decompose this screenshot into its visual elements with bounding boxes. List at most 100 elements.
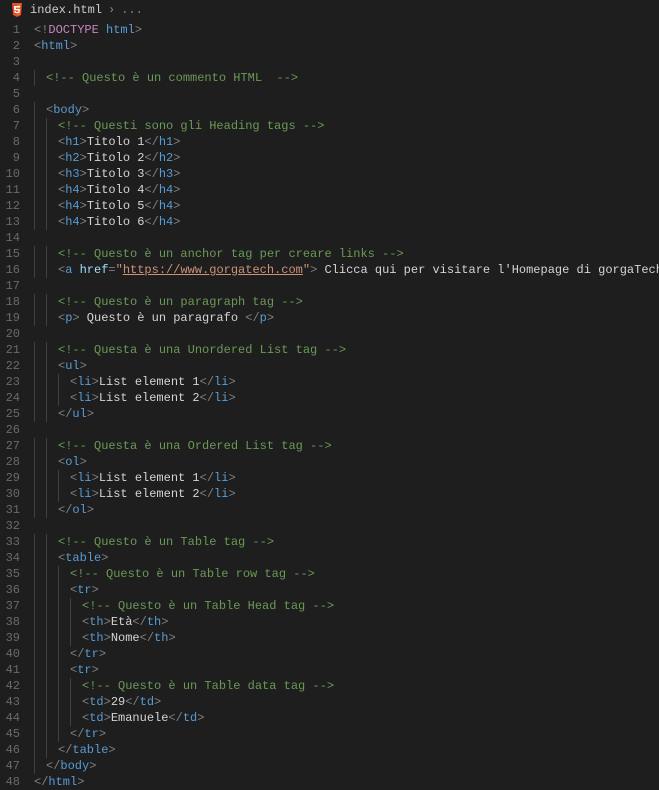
indent-guides <box>34 662 70 678</box>
code-editor[interactable]: 1<!DOCTYPE html>2<html>34<!-- Questo è u… <box>0 20 659 790</box>
code-line[interactable]: 10<h3>Titolo 3</h3> <box>0 166 659 182</box>
line-number: 14 <box>0 230 34 246</box>
line-number: 30 <box>0 486 34 502</box>
code-content: <h4>Titolo 5</h4> <box>58 198 180 214</box>
code-line[interactable]: 39<th>Nome</th> <box>0 630 659 646</box>
code-line[interactable]: 12<h4>Titolo 5</h4> <box>0 198 659 214</box>
code-line[interactable]: 30 <li>List element 2</li> <box>0 486 659 502</box>
code-line[interactable]: 2<html> <box>0 38 659 54</box>
line-number: 33 <box>0 534 34 550</box>
code-line[interactable]: 41<tr> <box>0 662 659 678</box>
code-content: <h3>Titolo 3</h3> <box>58 166 180 182</box>
code-line[interactable]: 45 </tr> <box>0 726 659 742</box>
indent-guides <box>34 70 46 86</box>
code-line[interactable]: 32 <box>0 518 659 534</box>
line-number: 13 <box>0 214 34 230</box>
code-line[interactable]: 1<!DOCTYPE html> <box>0 22 659 38</box>
code-content: <!-- Questo è un anchor tag per creare l… <box>58 246 404 262</box>
code-line[interactable]: 23<li>List element 1</li> <box>0 374 659 390</box>
code-line[interactable]: 44<td>Emanuele</td> <box>0 710 659 726</box>
indent-guides <box>34 486 70 502</box>
indent-guides <box>34 310 58 326</box>
code-line[interactable]: 47</body> <box>0 758 659 774</box>
code-line[interactable]: 42<!-- Questo è un Table data tag --> <box>0 678 659 694</box>
code-line[interactable]: 22<ul> <box>0 358 659 374</box>
code-content: </body> <box>46 758 96 774</box>
code-content: </ul> <box>58 406 94 422</box>
line-number: 17 <box>0 278 34 294</box>
line-number: 20 <box>0 326 34 342</box>
code-line[interactable]: 28<ol> <box>0 454 659 470</box>
breadcrumb-filename[interactable]: index.html <box>30 3 102 17</box>
code-line[interactable]: 9<h2>Titolo 2</h2> <box>0 150 659 166</box>
code-line[interactable]: 11<h4>Titolo 4</h4> <box>0 182 659 198</box>
line-number: 43 <box>0 694 34 710</box>
indent-guides <box>34 598 82 614</box>
code-line[interactable]: 21<!-- Questa è una Unordered List tag -… <box>0 342 659 358</box>
code-line[interactable]: 26 <box>0 422 659 438</box>
code-content: <!-- Questi sono gli Heading tags --> <box>58 118 324 134</box>
line-number: 24 <box>0 390 34 406</box>
code-line[interactable]: 6<body> <box>0 102 659 118</box>
indent-guides <box>34 566 70 582</box>
code-content: <li>List element 2</li> <box>70 486 236 502</box>
code-content: <ul> <box>58 358 87 374</box>
indent-guides <box>34 726 70 742</box>
code-line[interactable]: 4<!-- Questo è un commento HTML --> <box>0 70 659 86</box>
indent-guides <box>34 198 58 214</box>
code-line[interactable]: 38<th>Età</th> <box>0 614 659 630</box>
code-line[interactable]: 14 <box>0 230 659 246</box>
line-number: 31 <box>0 502 34 518</box>
code-content: </tr> <box>70 726 106 742</box>
code-line[interactable]: 8<h1>Titolo 1</h1> <box>0 134 659 150</box>
code-line[interactable]: 25</ul> <box>0 406 659 422</box>
indent-guides <box>34 742 58 758</box>
indent-guides <box>34 102 46 118</box>
code-line[interactable]: 29<li>List element 1</li> <box>0 470 659 486</box>
code-content: <li>List element 2</li> <box>70 390 236 406</box>
line-number: 38 <box>0 614 34 630</box>
code-line[interactable]: 24 <li>List element 2</li> <box>0 390 659 406</box>
code-line[interactable]: 20 <box>0 326 659 342</box>
code-line[interactable]: 37<!-- Questo è un Table Head tag --> <box>0 598 659 614</box>
code-line[interactable]: 35<!-- Questo è un Table row tag --> <box>0 566 659 582</box>
code-content: <!-- Questa è una Ordered List tag --> <box>58 438 332 454</box>
code-content: <a href="https://www.gorgatech.com"> Cli… <box>58 262 659 278</box>
code-line[interactable]: 18<!-- Questo è un paragraph tag --> <box>0 294 659 310</box>
code-line[interactable]: 36<tr> <box>0 582 659 598</box>
indent-guides <box>34 166 58 182</box>
code-line[interactable]: 40</tr> <box>0 646 659 662</box>
indent-guides <box>34 534 58 550</box>
code-content: <tr> <box>70 662 99 678</box>
code-line[interactable]: 46</table> <box>0 742 659 758</box>
code-line[interactable]: 33<!-- Questo è un Table tag --> <box>0 534 659 550</box>
code-content: <!-- Questo è un paragraph tag --> <box>58 294 303 310</box>
code-line[interactable]: 5 <box>0 86 659 102</box>
indent-guides <box>34 694 82 710</box>
code-line[interactable]: 43<td>29</td> <box>0 694 659 710</box>
line-number: 7 <box>0 118 34 134</box>
code-line[interactable]: 34<table> <box>0 550 659 566</box>
line-number: 8 <box>0 134 34 150</box>
code-content: <!-- Questa è una Unordered List tag --> <box>58 342 346 358</box>
code-line[interactable]: 19<p> Questo è un paragrafo </p> <box>0 310 659 326</box>
code-line[interactable]: 16<a href="https://www.gorgatech.com"> C… <box>0 262 659 278</box>
code-line[interactable]: 27<!-- Questa è una Ordered List tag --> <box>0 438 659 454</box>
line-number: 45 <box>0 726 34 742</box>
line-number: 1 <box>0 22 34 38</box>
code-line[interactable]: 31</ol> <box>0 502 659 518</box>
line-number: 48 <box>0 774 34 790</box>
breadcrumb-collapsed[interactable]: ... <box>121 3 143 17</box>
code-content: <th>Nome</th> <box>82 630 176 646</box>
code-content: <!-- Questo è un Table Head tag --> <box>82 598 334 614</box>
code-line[interactable]: 15<!-- Questo è un anchor tag per creare… <box>0 246 659 262</box>
code-line[interactable]: 7 <!-- Questi sono gli Heading tags --> <box>0 118 659 134</box>
indent-guides <box>34 470 70 486</box>
code-line[interactable]: 13<h4>Titolo 6</h4> <box>0 214 659 230</box>
code-line[interactable]: 17 <box>0 278 659 294</box>
breadcrumb[interactable]: index.html › ... <box>0 0 659 20</box>
code-content: </html> <box>34 774 84 790</box>
code-line[interactable]: 3 <box>0 54 659 70</box>
code-line[interactable]: 48</html> <box>0 774 659 790</box>
line-number: 32 <box>0 518 34 534</box>
